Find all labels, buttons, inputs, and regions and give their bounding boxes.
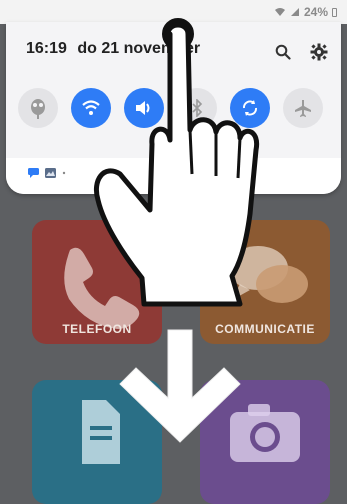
wifi-status-icon — [274, 8, 285, 16]
airplane-toggle[interactable] — [283, 88, 323, 128]
arrow-down-icon — [119, 329, 241, 443]
more-dot-icon — [62, 171, 66, 175]
dnd-toggle[interactable] — [18, 88, 58, 128]
battery-icon — [332, 7, 337, 17]
header-actions — [273, 42, 329, 62]
owl-icon — [31, 99, 45, 119]
notification-icons — [28, 168, 66, 178]
airplane-icon — [295, 100, 311, 117]
swipe-hand-icon — [94, 18, 260, 307]
gear-icon[interactable] — [309, 42, 329, 62]
message-icon — [28, 168, 39, 178]
clock-time: 16:19 — [26, 40, 67, 57]
signal-icon — [290, 8, 299, 16]
battery-percentage: 24% — [303, 5, 328, 19]
image-icon — [45, 168, 56, 178]
search-icon[interactable] — [273, 42, 293, 62]
